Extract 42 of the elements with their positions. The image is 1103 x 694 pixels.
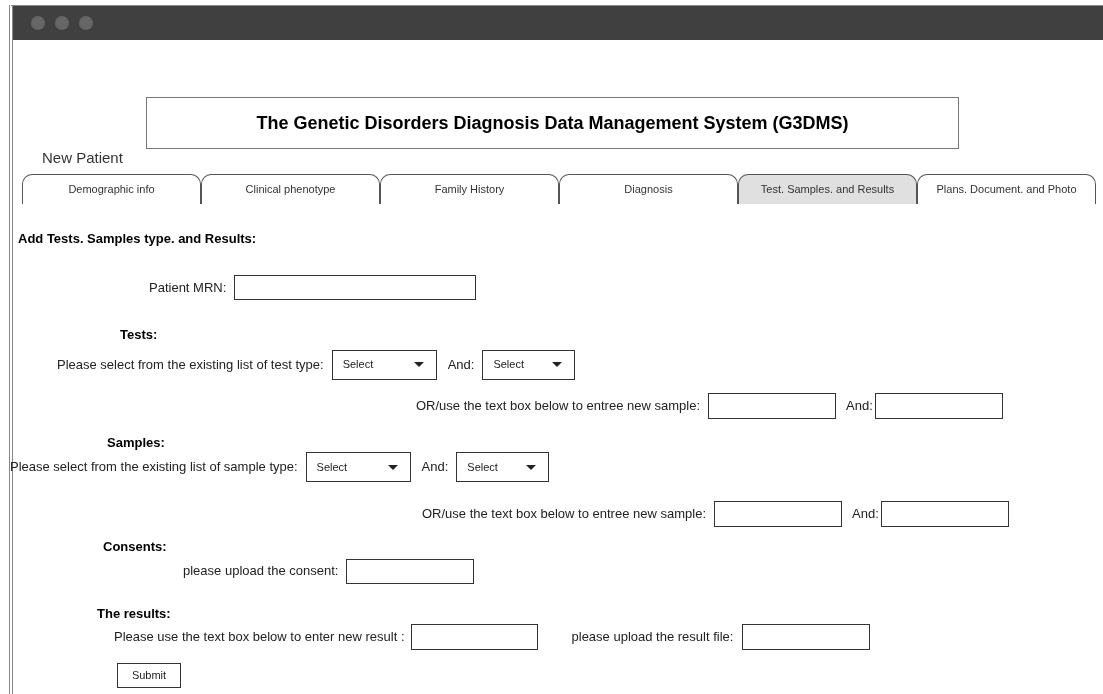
select-dropdown[interactable]: Select <box>456 452 550 482</box>
field-label: please upload the result file: <box>571 628 734 647</box>
field-label: And: <box>421 458 449 477</box>
field-label: Please use the text box below to enter new result : <box>114 628 405 647</box>
input-field[interactable] <box>410 624 538 650</box>
section-heading: Consents: <box>103 538 167 556</box>
tab[interactable]: Clinical phenotype <box>201 173 380 204</box>
select-dropdown[interactable]: Select <box>482 349 576 380</box>
tab[interactable]: Plans. Document. and Photo <box>917 173 1096 204</box>
section-heading: Samples: <box>107 433 165 452</box>
caret-icon <box>387 464 398 470</box>
field-label: Please select from the existing list of sample type: <box>10 458 298 477</box>
section-heading: The results: <box>97 604 171 623</box>
section-title: New Patient <box>42 148 123 168</box>
input-field[interactable] <box>234 275 477 300</box>
submit-button[interactable]: Submit <box>117 663 181 688</box>
input-field[interactable] <box>880 501 1009 527</box>
field-label: OR/use the text box below to entree new sample: <box>422 505 706 524</box>
select-dropdown[interactable]: Select <box>331 349 437 380</box>
caret-icon <box>413 362 424 367</box>
form-heading: Add Tests. Samples type. and Results: <box>18 229 257 248</box>
input-field[interactable] <box>874 392 1003 419</box>
field-label: And: <box>852 505 879 524</box>
caret-icon <box>552 362 563 367</box>
input-field[interactable] <box>742 624 871 650</box>
field-label: Please select from the existing list of test type: <box>57 355 324 374</box>
field-label: Patient MRN: <box>149 278 227 297</box>
section-heading: Tests: <box>120 326 158 344</box>
input-field[interactable] <box>708 392 836 419</box>
field-label: OR/use the text box below to entree new sample: <box>416 396 700 415</box>
field-label: And: <box>846 396 873 415</box>
tab[interactable]: Test. Samples. and Results <box>738 173 917 204</box>
caret-icon <box>526 464 537 470</box>
tab[interactable]: Family History <box>380 173 559 204</box>
field-label: And: <box>447 355 475 374</box>
input-field[interactable] <box>714 501 842 527</box>
field-label: please upload the consent: <box>183 562 339 581</box>
tab[interactable]: Diagnosis <box>559 173 738 204</box>
tab[interactable]: Demographic info <box>22 173 201 204</box>
page-title: The Genetic Disorders Diagnosis Data Management System (G3DMS) <box>146 97 959 149</box>
select-dropdown[interactable]: Select <box>305 452 411 482</box>
input-field[interactable] <box>346 558 475 584</box>
